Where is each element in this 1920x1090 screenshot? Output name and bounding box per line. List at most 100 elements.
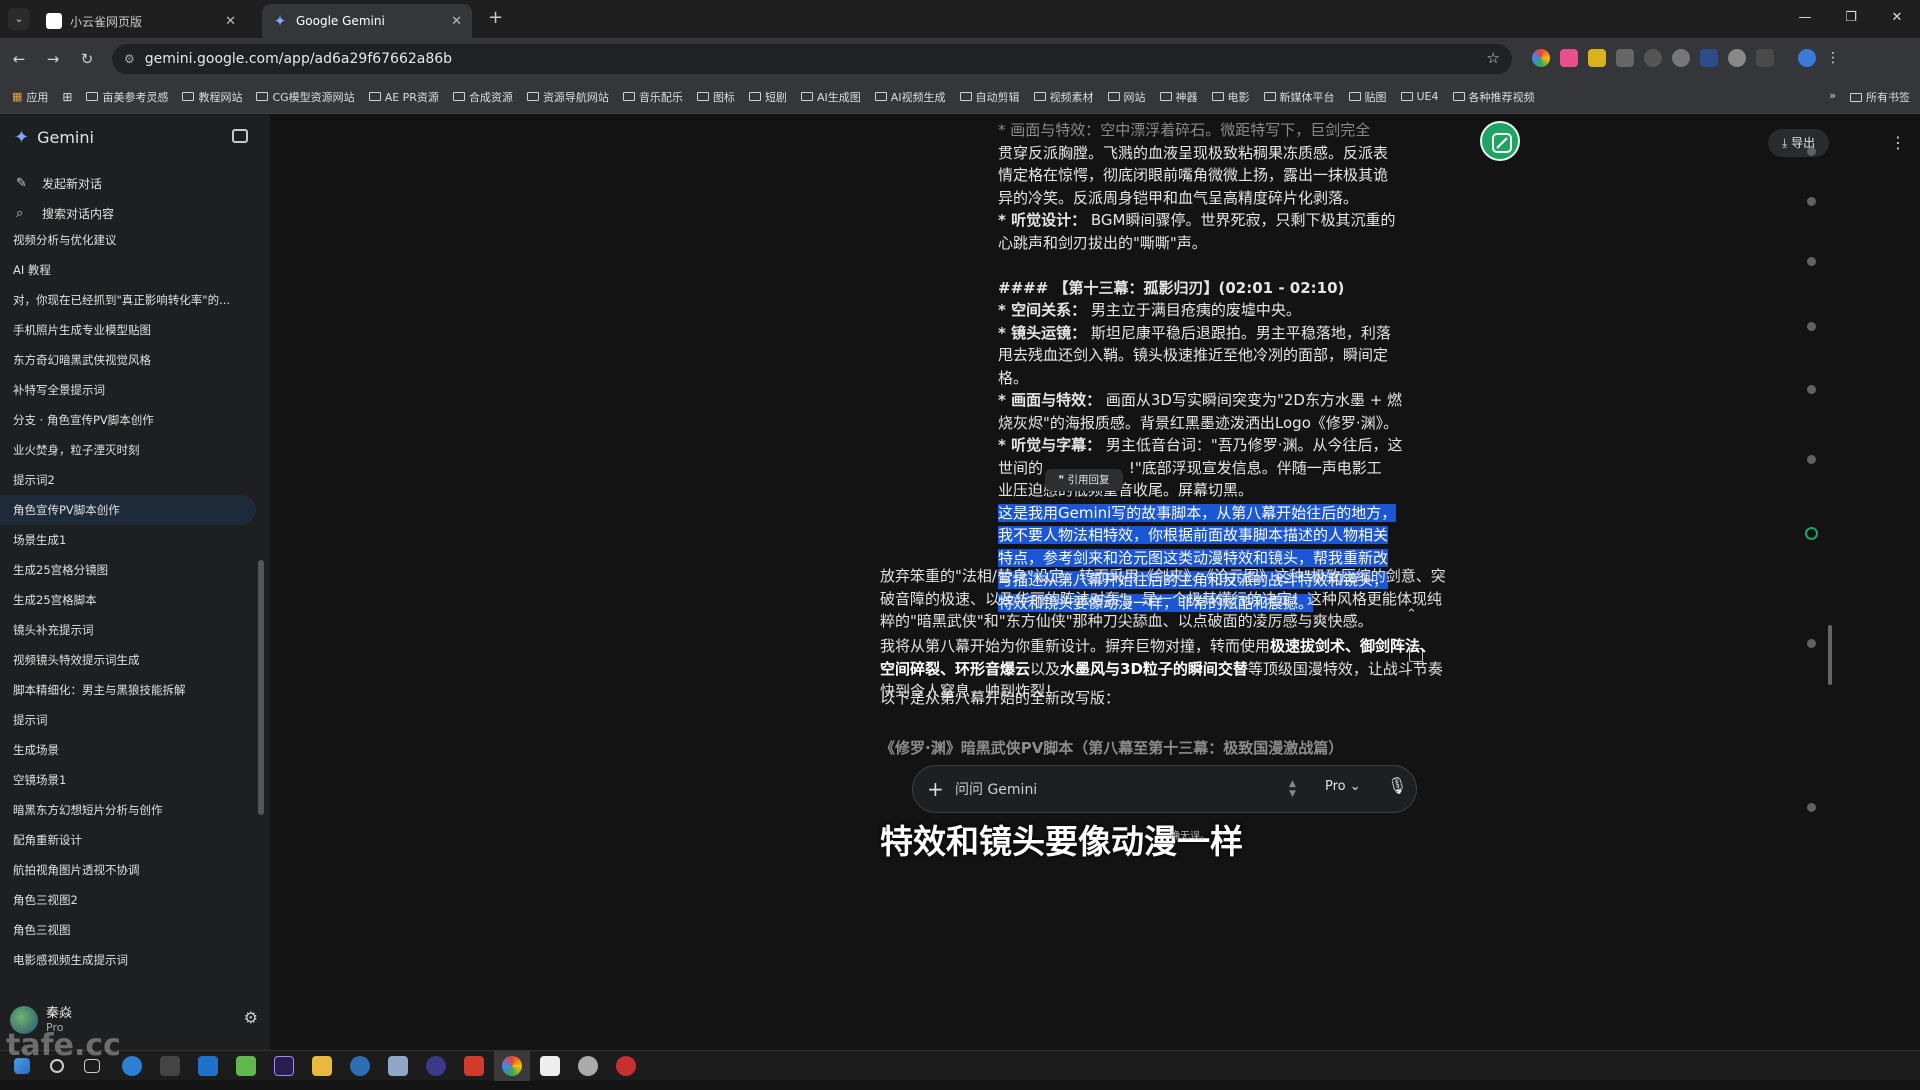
bookmark-folder[interactable]: CG模型资源网站 — [256, 89, 355, 105]
expand-icon[interactable]: ▲ ▼ — [1289, 779, 1296, 799]
chrome-icon[interactable] — [502, 1056, 522, 1076]
bookmarks-overflow-icon[interactable]: » — [1829, 89, 1836, 105]
conversation-item[interactable]: 视频分析与优化建议 — [0, 225, 256, 255]
wps-icon[interactable] — [464, 1056, 484, 1076]
store-icon[interactable] — [160, 1056, 180, 1076]
chrome-menu-icon[interactable]: ⋮ — [1826, 49, 1840, 67]
tab-search-icon[interactable]: ⌄ — [8, 8, 30, 30]
conversation-item[interactable]: 空镜场景1 — [0, 765, 256, 795]
extension-color-icon[interactable] — [1532, 49, 1550, 67]
selected-text[interactable]: 这是我用Gemini写的故事脚本，从第八幕开始往后的地方， — [998, 503, 1397, 522]
profile-avatar-icon[interactable] — [1798, 49, 1816, 67]
conversation-item[interactable]: 提示词 — [0, 705, 256, 735]
conversation-item[interactable]: 业火焚身，粒子湮灭时刻 — [0, 435, 256, 465]
address-bar[interactable]: ⚙ gemini.google.com/app/ad6a29f67662a86b… — [112, 44, 1512, 74]
conversation-item[interactable]: 对，你现在已经抓到"真正影响转化率"的... — [0, 285, 256, 315]
selected-text[interactable]: 我不要人物法相特效，你根据前面故事脚本描述的人物相关 — [998, 526, 1389, 544]
microphone-icon[interactable]: 🎙 — [1387, 776, 1407, 795]
scroll-marker[interactable] — [1807, 322, 1816, 331]
more-options-icon[interactable]: ⋮ — [1890, 133, 1906, 152]
conversation-item[interactable]: 暗黑东方幻想短片分析与创作 — [0, 795, 256, 825]
conversation-item[interactable]: 角色三视图 — [0, 915, 256, 945]
search-chats-button[interactable]: ⌕ 搜索对话内容 — [16, 205, 114, 222]
new-chat-button[interactable]: ✎ 发起新对话 — [16, 175, 102, 192]
scroll-marker-current[interactable] — [1805, 527, 1818, 540]
app-icon[interactable] — [350, 1056, 370, 1076]
bookmark-folder[interactable]: AI生成图 — [800, 89, 861, 105]
forward-icon[interactable]: → — [38, 50, 68, 68]
bookmark-folder[interactable]: 教程网站 — [182, 89, 242, 105]
bookmark-folder[interactable]: 新媒体平台 — [1263, 89, 1335, 105]
conversation-item[interactable]: 场景生成1 — [0, 525, 256, 555]
scroll-marker[interactable] — [1807, 455, 1816, 464]
close-tab-icon[interactable]: ✕ — [451, 14, 462, 29]
bookmark-folder[interactable]: 亩美参考灵感 — [86, 89, 168, 105]
bookmark-folder[interactable]: 网站 — [1107, 89, 1146, 105]
chat-scroll-thumb[interactable] — [1828, 625, 1832, 685]
tab-xiaoyunque[interactable]: 小云雀网页版 ✕ — [36, 4, 246, 38]
extension-chat-icon[interactable] — [1672, 49, 1690, 67]
extension-yellow-icon[interactable] — [1588, 49, 1606, 67]
app-icon[interactable] — [426, 1056, 446, 1076]
selected-text[interactable]: 特点，参考剑来和沧元图这类动漫特效和镜头，帮我重新改 — [998, 548, 1389, 567]
file-explorer-icon[interactable] — [312, 1056, 332, 1076]
extensions-puzzle-icon[interactable] — [1756, 49, 1774, 67]
conversation-item[interactable]: 手机照片生成专业模型贴图 — [0, 315, 256, 345]
extension-glasses-icon[interactable] — [1616, 49, 1634, 67]
sidebar-toggle-icon[interactable] — [232, 129, 248, 143]
bookmark-folder[interactable]: AE PR资源 — [368, 89, 439, 105]
sidebar-scroll-thumb[interactable] — [258, 560, 264, 815]
scroll-marker[interactable] — [1807, 385, 1816, 394]
extension-blue-icon[interactable] — [1700, 49, 1718, 67]
extension-pink-icon[interactable] — [1560, 49, 1578, 67]
bookmark-star-icon[interactable]: ☆ — [1487, 49, 1500, 67]
bookmark-folder[interactable]: 自动剪辑 — [959, 89, 1020, 105]
conversation-item[interactable]: 提示词2 — [0, 465, 256, 495]
conversation-item[interactable]: 东方奇幻暗黑武侠视觉风格 — [0, 345, 256, 375]
add-attachment-icon[interactable]: + — [927, 777, 944, 801]
conversation-item[interactable]: 生成25宫格分镜图 — [0, 555, 256, 585]
site-info-icon[interactable]: ⚙ — [124, 52, 135, 66]
capcut-icon[interactable] — [540, 1056, 560, 1076]
conversation-item[interactable]: 补特写全景提示词 — [0, 375, 256, 405]
restore-icon[interactable]: ❐ — [1828, 0, 1874, 38]
bookmark-folder[interactable]: 视频素材 — [1033, 89, 1094, 105]
media-player-icon[interactable] — [236, 1056, 256, 1076]
scroll-marker[interactable] — [1807, 257, 1816, 266]
conversation-item[interactable]: 电影感视频生成提示词 — [0, 945, 256, 975]
conversation-item[interactable]: 配角重新设计 — [0, 825, 256, 855]
app-icon[interactable] — [388, 1056, 408, 1076]
prompt-input[interactable] — [955, 778, 1275, 802]
bookmark-folder[interactable]: 电影 — [1211, 89, 1250, 105]
conversation-item[interactable]: 分支 · 角色宣传PV脚本创作 — [0, 405, 256, 435]
conversation-item[interactable]: 角色三视图2 — [0, 885, 256, 915]
conversation-item[interactable]: 视频镜头特效提示词生成 — [0, 645, 256, 675]
bookmark-folder[interactable]: AI视频生成 — [874, 89, 946, 105]
bookmark-folder[interactable]: 图标 — [696, 89, 735, 105]
scroll-marker[interactable] — [1807, 803, 1816, 812]
all-bookmarks[interactable]: 所有书签 — [1850, 89, 1910, 105]
grid-icon[interactable]: ⊞ — [62, 90, 72, 104]
bookmark-folder[interactable]: 神器 — [1159, 89, 1198, 105]
conversation-item[interactable]: AI 教程 — [0, 255, 256, 285]
close-window-icon[interactable]: ✕ — [1874, 0, 1920, 38]
close-tab-icon[interactable]: ✕ — [225, 14, 236, 29]
scroll-marker[interactable] — [1807, 197, 1816, 206]
bookmark-folder[interactable]: UE4 — [1400, 90, 1439, 103]
sidebar-scrollbar[interactable] — [258, 230, 264, 1090]
back-icon[interactable]: ← — [4, 50, 34, 68]
quote-reply-popup[interactable]: ❞ 引用回复 — [1045, 469, 1123, 491]
bookmark-folder[interactable]: 贴图 — [1348, 89, 1387, 105]
reload-icon[interactable]: ↻ — [72, 50, 102, 68]
scroll-marker[interactable] — [1807, 639, 1816, 648]
minimize-icon[interactable]: — — [1782, 0, 1828, 38]
download-icon[interactable] — [1644, 49, 1662, 67]
gemini-brand[interactable]: ✦ Gemini — [14, 127, 94, 148]
model-mode-selector[interactable]: Pro ⌄ — [1325, 779, 1361, 794]
conversation-item[interactable]: 生成场景 — [0, 735, 256, 765]
conversation-item[interactable]: 镜头补充提示词 — [0, 615, 256, 645]
tab-google-gemini[interactable]: ✦ Google Gemini ✕ — [262, 4, 472, 38]
bookmark-folder[interactable]: 资源导航网站 — [526, 89, 609, 105]
after-effects-icon[interactable] — [274, 1056, 294, 1076]
scroll-marker[interactable] — [1807, 147, 1816, 156]
